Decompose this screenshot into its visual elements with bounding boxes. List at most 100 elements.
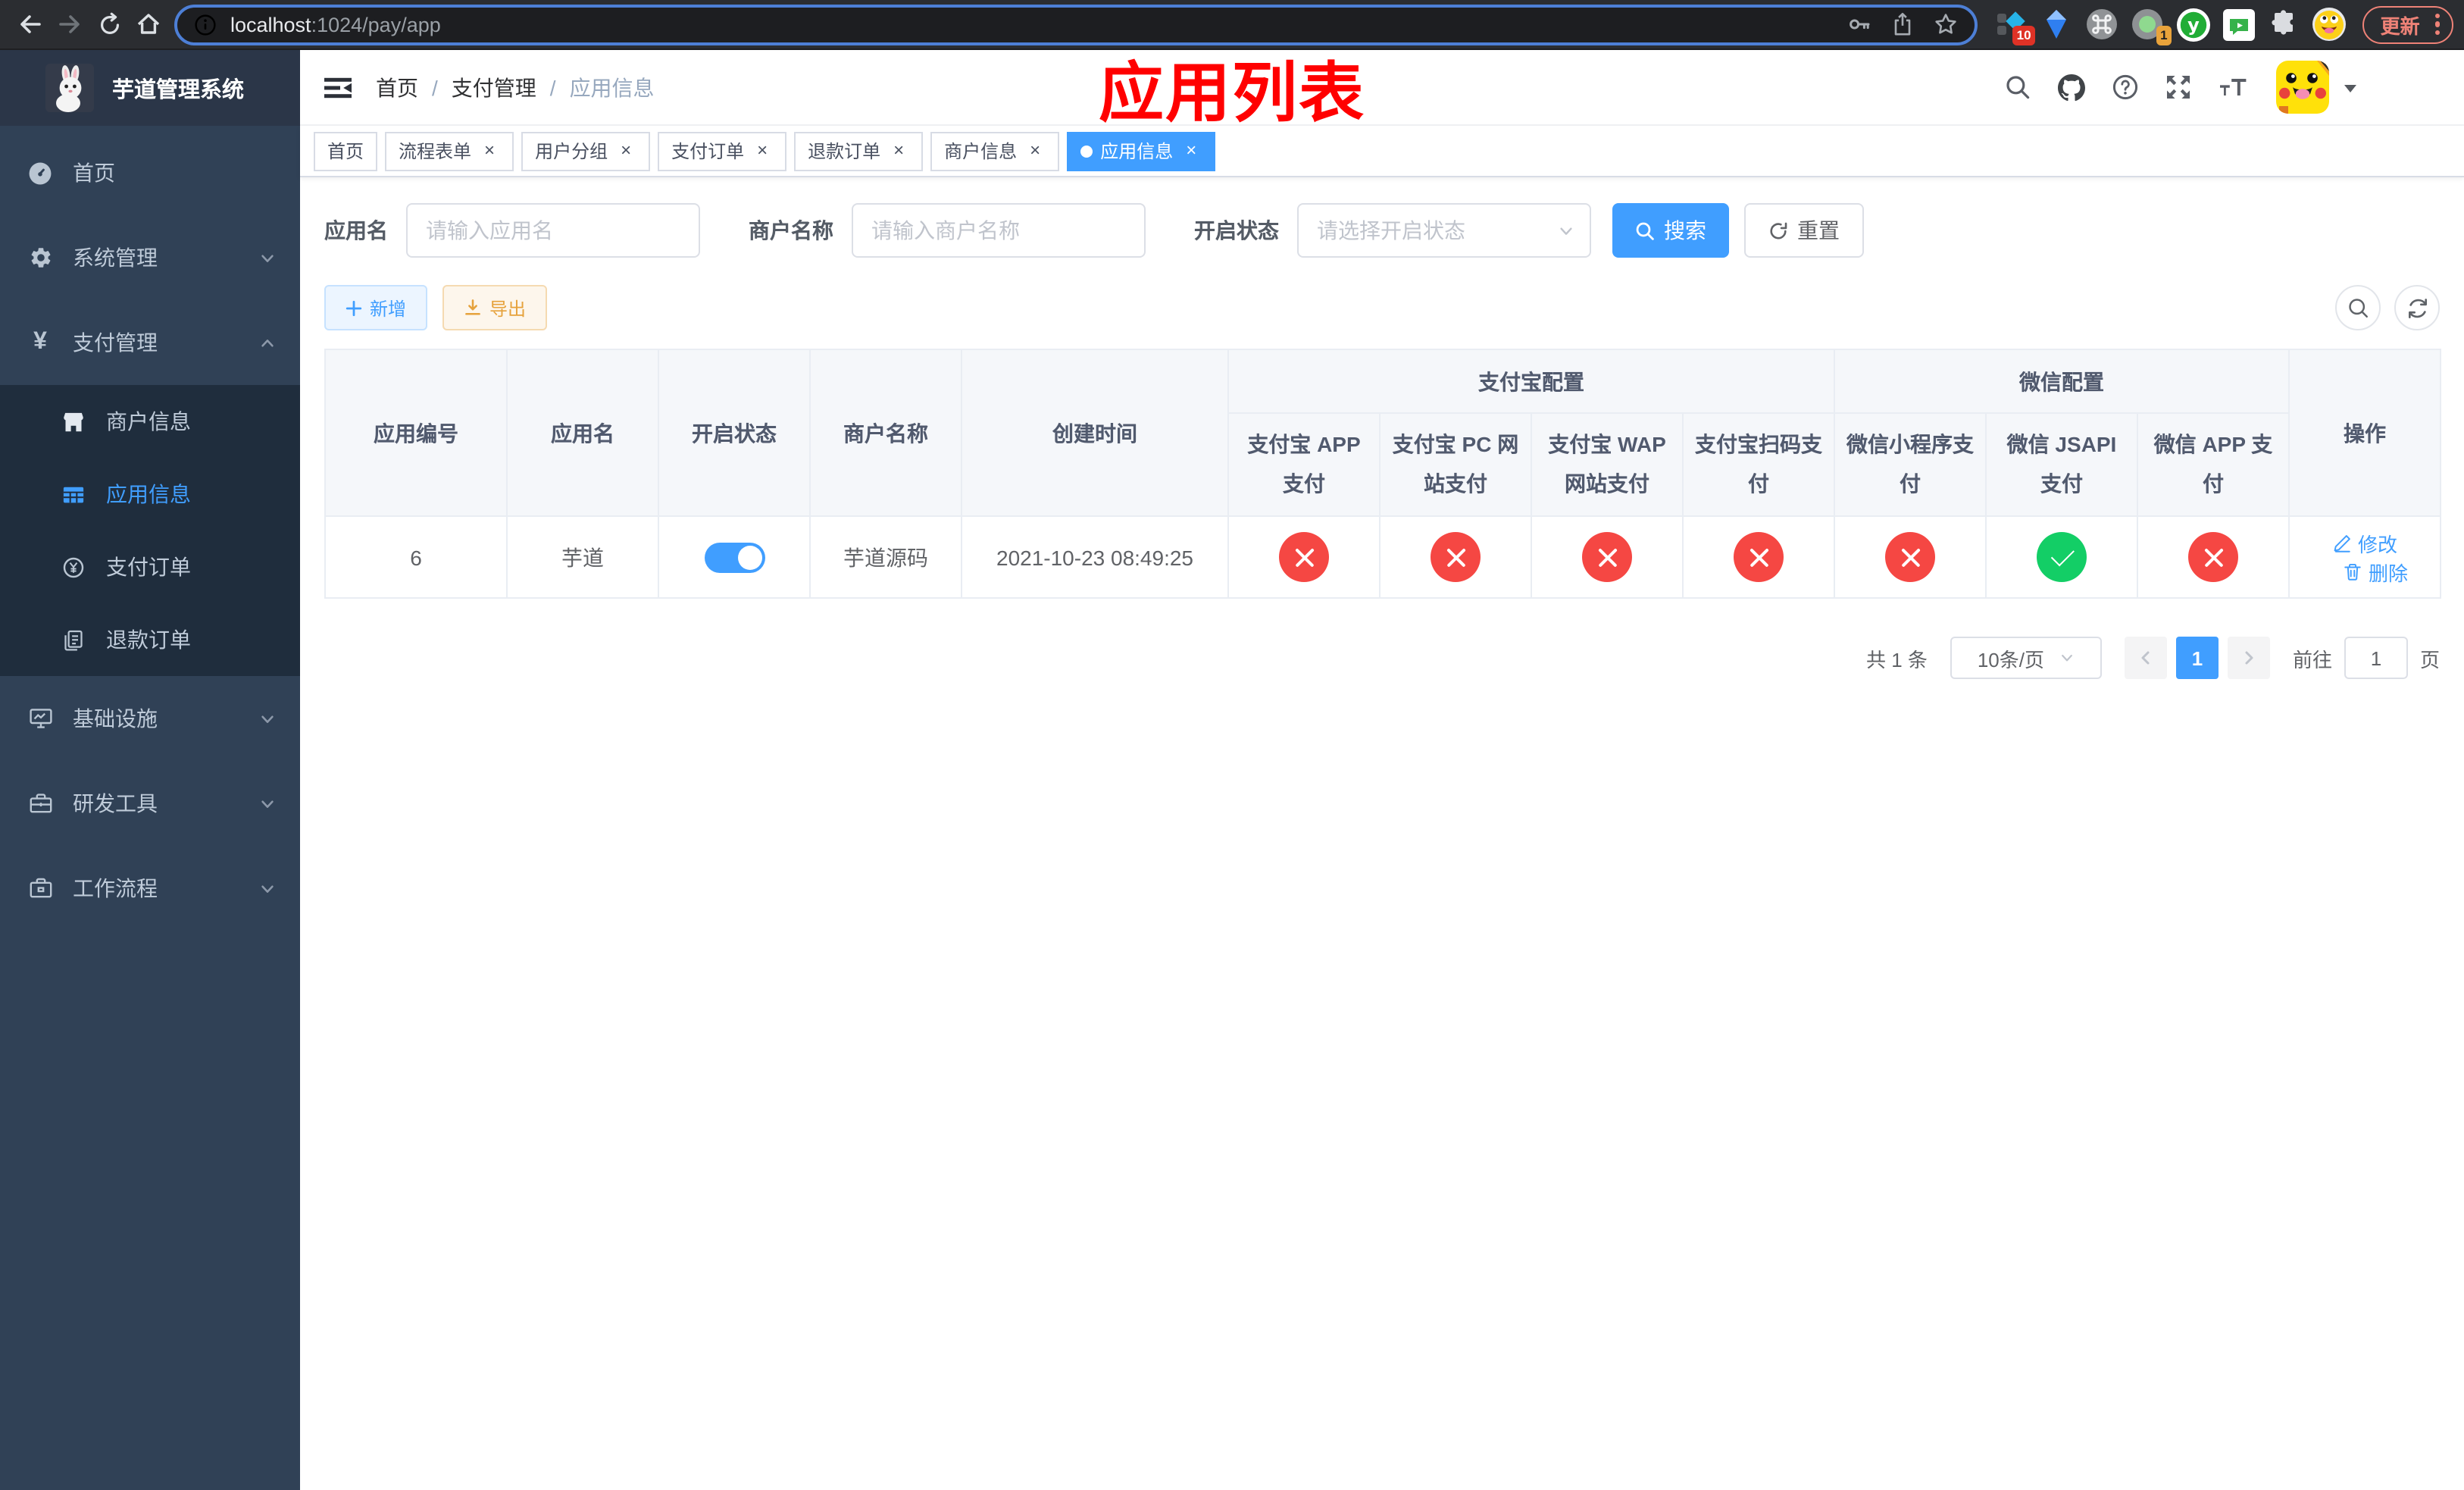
close-icon[interactable]: ×: [1024, 139, 1046, 161]
font-size-icon[interactable]: [2205, 75, 2261, 99]
tab-home[interactable]: 首页: [314, 131, 378, 171]
extension-green-dot-icon[interactable]: 1: [2129, 5, 2172, 45]
prev-page-button[interactable]: [2124, 637, 2167, 679]
app-name-input[interactable]: [406, 203, 700, 258]
sidebar-item-dev-tools[interactable]: 研发工具: [0, 761, 300, 846]
add-button-label: 新增: [370, 298, 407, 319]
edit-link[interactable]: 修改: [2332, 528, 2397, 557]
breadcrumb-home[interactable]: 首页: [376, 72, 418, 102]
edit-pen-icon: [2332, 533, 2352, 552]
toggle-search-button[interactable]: [2335, 285, 2381, 330]
tab-process-form[interactable]: 流程表单 ×: [385, 131, 514, 171]
reset-button[interactable]: 重置: [1744, 203, 1864, 258]
app-name-label: 应用名: [324, 218, 388, 243]
chrome-update-button[interactable]: 更新: [2362, 5, 2453, 43]
next-page-button[interactable]: [2227, 637, 2270, 679]
sidebar-subitem-app-info[interactable]: 应用信息: [0, 458, 300, 531]
sidebar-menu: 首页 系统管理 ¥ 支付管理 商户信息 应用信息 支付订单 退款订单 基础设施 …: [0, 126, 300, 931]
sidebar-item-payment[interactable]: ¥ 支付管理: [0, 300, 300, 385]
share-icon[interactable]: [1891, 12, 1914, 36]
app-logo[interactable]: 芋道管理系统: [0, 50, 300, 126]
caret-down-icon[interactable]: [2343, 80, 2358, 95]
tab-pay-order[interactable]: 支付订单 ×: [658, 131, 787, 171]
export-button[interactable]: 导出: [442, 285, 548, 330]
reload-icon[interactable]: [89, 5, 129, 44]
sidebar: 芋道管理系统 首页 系统管理 ¥ 支付管理 商户信息 应用信息 支付订单 退款订…: [0, 50, 300, 1490]
sidebar-subitem-refund-order[interactable]: 退款订单: [0, 603, 300, 676]
sidebar-collapse-icon[interactable]: [323, 72, 353, 102]
current-page-button[interactable]: 1: [2175, 637, 2219, 679]
col-group-wechat: 微信配置: [1834, 349, 2290, 414]
tab-app-info[interactable]: 应用信息 ×: [1067, 131, 1216, 171]
goto-page-input[interactable]: [2344, 637, 2408, 679]
tab-refund-order[interactable]: 退款订单 ×: [794, 131, 924, 171]
url-text[interactable]: localhost:1024/pay/app: [230, 13, 1834, 36]
back-icon[interactable]: [11, 5, 50, 44]
extension-diamond-icon[interactable]: 10: [1993, 5, 2035, 45]
gear-icon: [27, 246, 53, 270]
top-navbar: 首页 / 支付管理 / 应用信息: [300, 50, 2464, 126]
tab-merchant-info[interactable]: 商户信息 ×: [930, 131, 1060, 171]
fullscreen-icon[interactable]: [2152, 74, 2205, 100]
add-button[interactable]: 新增: [324, 285, 428, 330]
close-icon[interactable]: ×: [615, 139, 636, 161]
tab-label: 退款订单: [808, 141, 881, 162]
search-button[interactable]: 搜索: [1612, 203, 1729, 258]
reset-button-label: 重置: [1797, 218, 1840, 243]
page-size-select[interactable]: 10条/页: [1950, 637, 2102, 679]
close-icon[interactable]: ×: [752, 139, 773, 161]
sidebar-item-system[interactable]: 系统管理: [0, 215, 300, 300]
table-row: 6 芋道 芋道源码 2021-10-23 08:49:25 修改 删除: [324, 515, 2441, 599]
sidebar-item-label: 基础设施: [73, 706, 158, 731]
profile-emoji-avatar[interactable]: [2311, 5, 2349, 43]
user-avatar[interactable]: [2276, 61, 2329, 114]
chevron-up-icon: [259, 334, 276, 351]
sidebar-subitem-merchant-info[interactable]: 商户信息: [0, 385, 300, 458]
url-path: :1024/pay/app: [311, 13, 441, 36]
chevron-down-icon: [259, 880, 276, 897]
sidebar-item-label: 支付管理: [73, 330, 158, 355]
breadcrumb-payment[interactable]: 支付管理: [452, 72, 536, 102]
open-status-select[interactable]: 请选择开启状态: [1297, 203, 1591, 258]
close-icon[interactable]: ×: [479, 139, 500, 161]
sidebar-item-home[interactable]: 首页: [0, 130, 300, 215]
col-group-alipay: 支付宝配置: [1227, 349, 1835, 414]
page-content: 应用名 商户名称 开启状态 请选择开启状态: [300, 177, 2464, 1490]
extension-y-icon[interactable]: y: [2175, 5, 2212, 43]
merchant-name-input[interactable]: [852, 203, 1146, 258]
close-icon[interactable]: ×: [888, 139, 909, 161]
delete-link[interactable]: 删除: [2343, 557, 2408, 586]
sidebar-item-workflow[interactable]: 工作流程: [0, 846, 300, 931]
bookmark-star-icon[interactable]: [1934, 12, 1958, 36]
extensions-puzzle-icon[interactable]: [2265, 5, 2303, 43]
home-icon[interactable]: [129, 5, 168, 44]
extension-balloon-icon[interactable]: [2038, 5, 2076, 43]
forward-icon[interactable]: [50, 5, 89, 44]
monitor-chart-icon: [27, 706, 53, 731]
password-key-icon[interactable]: [1847, 12, 1871, 36]
chevron-down-icon: [2059, 650, 2075, 665]
extension-chat-icon[interactable]: [2220, 5, 2258, 43]
sidebar-subitem-pay-order[interactable]: 支付订单: [0, 531, 300, 603]
breadcrumb-current: 应用信息: [569, 75, 655, 99]
sidebar-item-label: 研发工具: [73, 791, 158, 815]
col-header-app-name: 应用名: [506, 349, 659, 517]
alipay-qr-status-icon: [1734, 532, 1784, 582]
extension-command-icon[interactable]: [2084, 5, 2122, 43]
help-icon[interactable]: [2099, 74, 2152, 100]
sidebar-item-infrastructure[interactable]: 基础设施: [0, 676, 300, 761]
tab-label: 用户分组: [535, 141, 608, 162]
chrome-menu-icon[interactable]: [2434, 13, 2440, 36]
breadcrumb-separator: /: [432, 75, 438, 99]
status-toggle[interactable]: [704, 542, 765, 572]
address-bar[interactable]: localhost:1024/pay/app: [174, 4, 1978, 45]
site-info-icon[interactable]: [194, 13, 217, 36]
extension-badge: 1: [2156, 26, 2172, 45]
refresh-table-button[interactable]: [2394, 285, 2440, 330]
github-icon[interactable]: [2044, 74, 2099, 101]
tab-user-group[interactable]: 用户分组 ×: [521, 131, 651, 171]
close-icon[interactable]: ×: [1180, 139, 1202, 161]
search-icon[interactable]: [1991, 74, 2044, 100]
screen: localhost:1024/pay/app 10 1 y 更新 芋道管理系统 …: [0, 0, 2464, 1490]
pagination: 共 1 条 10条/页 1 前往 1 页: [324, 637, 2440, 679]
